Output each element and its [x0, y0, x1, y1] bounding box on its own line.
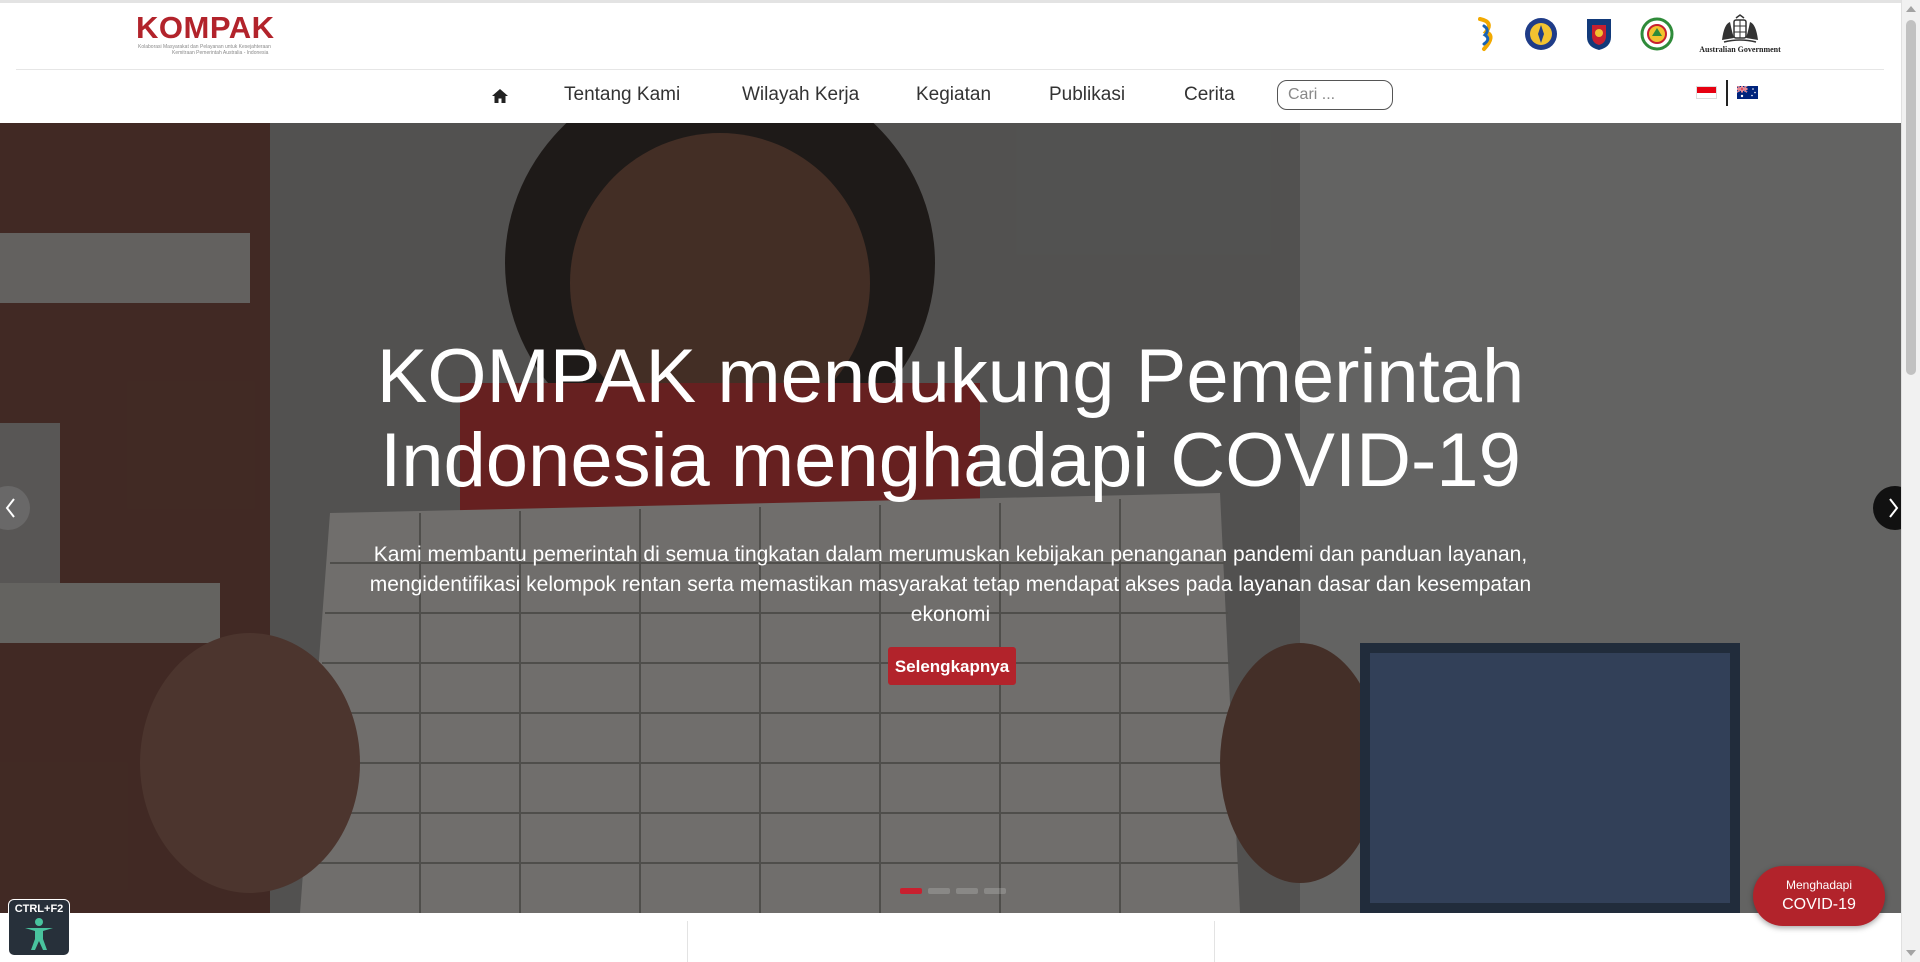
hero-title: KOMPAK mendukung Pemerintah Indonesia me… [376, 334, 1525, 503]
nav-item-tentang-kami[interactable]: Tentang Kami [564, 84, 680, 106]
carousel-dot[interactable] [928, 888, 950, 894]
language-flag-indonesia-icon[interactable] [1696, 86, 1717, 99]
carousel-indicators [900, 888, 1006, 894]
selengkapnya-button[interactable]: Selengkapnya [888, 647, 1016, 685]
feature-columns [0, 913, 1901, 962]
accessibility-shortcut-label: CTRL+F2 [14, 903, 64, 915]
kemendesa-logo-icon [1640, 17, 1674, 51]
accessibility-widget-button[interactable]: CTRL+F2 [8, 899, 70, 956]
accessibility-person-icon [25, 918, 53, 950]
chevron-left-icon [5, 498, 15, 518]
australian-government-logo: Australian Government [1699, 14, 1781, 54]
column-divider [1214, 921, 1215, 962]
scroll-up-arrow-icon[interactable] [1906, 6, 1916, 12]
kompak-logo[interactable]: KOMPAK Kolaborasi Masyarakat dan Pelayan… [136, 12, 296, 60]
bappenas-logo-icon [1478, 17, 1493, 51]
covid-button-line2: COVID-19 [1782, 896, 1856, 913]
nav-item-cerita[interactable]: Cerita [1184, 84, 1235, 106]
carousel-dot[interactable] [984, 888, 1006, 894]
carousel-prev-button[interactable] [0, 486, 30, 530]
logo-wordmark: KOMPAK [136, 10, 275, 45]
nav-item-kegiatan[interactable]: Kegiatan [916, 84, 991, 106]
carousel-next-button[interactable] [1873, 486, 1901, 530]
top-border [0, 0, 1901, 3]
menghadapi-covid-button[interactable]: Menghadapi COVID-19 [1753, 866, 1885, 926]
australian-government-label: Australian Government [1699, 45, 1781, 54]
chevron-right-icon [1889, 498, 1899, 518]
page-scrollbar[interactable] [1901, 0, 1920, 962]
search-input[interactable] [1277, 80, 1393, 110]
language-flag-australia-icon[interactable] [1737, 86, 1758, 99]
partner-logos: Australian Government [1476, 14, 1781, 54]
carousel-dot[interactable] [900, 888, 922, 894]
main-navigation: Tentang Kami Wilayah Kerja Kegiatan Publ… [0, 70, 1901, 122]
hero-carousel: KOMPAK mendukung Pemerintah Indonesia me… [0, 123, 1901, 913]
scroll-down-arrow-icon[interactable] [1906, 950, 1916, 956]
covid-button-line1: Menghadapi [1785, 878, 1853, 892]
home-icon[interactable] [490, 86, 510, 106]
nav-item-publikasi[interactable]: Publikasi [1049, 84, 1125, 106]
kemendagri-logo-icon [1587, 19, 1611, 50]
column-divider [687, 921, 688, 962]
hero-description: Kami membantu pemerintah di semua tingka… [369, 543, 1532, 626]
language-separator [1726, 80, 1728, 106]
carousel-dot[interactable] [956, 888, 978, 894]
nav-item-wilayah-kerja[interactable]: Wilayah Kerja [742, 84, 859, 106]
scrollbar-thumb[interactable] [1906, 20, 1916, 375]
kemenkeu-logo-icon [1525, 18, 1557, 50]
logo-subtitle-2: Kemitraan Pemerintah Australia - Indones… [172, 50, 269, 56]
australian-coat-of-arms-icon [1722, 14, 1758, 43]
hero-dark-overlay [0, 123, 1901, 913]
